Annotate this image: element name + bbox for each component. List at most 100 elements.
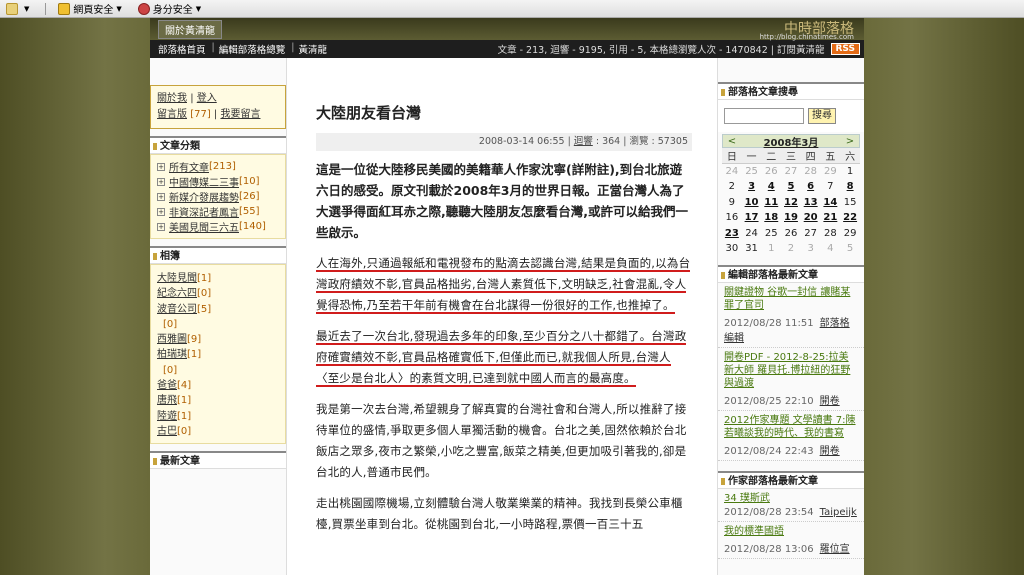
next-month-icon[interactable]: > [841, 136, 859, 147]
album-count: [0] [177, 425, 192, 437]
album-label[interactable]: 爸爸 [157, 380, 177, 391]
calendar-day-link[interactable]: 6 [801, 179, 821, 195]
categories-list: + 所有文章 [213] + 中國傳媒二三事 [10] + 新媒介發展趨勢 [26] + 非資… [150, 154, 286, 239]
calendar-day-link[interactable]: 22 [840, 210, 860, 226]
editor-latest-link[interactable]: 2012作家專題 文學讀書 7:陳若曦談我的時代、我的書寫 [724, 414, 858, 440]
identity-security-button[interactable]: 身分安全 ▼ [137, 1, 201, 16]
calendar-day-link[interactable]: 12 [781, 195, 801, 211]
album-item[interactable]: [0] [157, 317, 279, 332]
album-item[interactable]: 大陸見聞[1] [157, 271, 279, 286]
calendar-month[interactable]: 2008年3月 [764, 134, 819, 149]
writer-latest-link[interactable]: 34 璞斯武 [724, 492, 858, 505]
category-count: [10] [239, 176, 260, 187]
category-label[interactable]: 中國傳媒二三事 [169, 174, 239, 189]
web-security-button[interactable]: 網頁安全 ▼ [58, 1, 122, 16]
recent-posts-title: 最新文章 [150, 451, 286, 470]
albums-list: 大陸見聞[1] 紀念六四[0] 波音公司[5] [0] 西雅圖[9] 柏瑞琪[1… [150, 264, 286, 445]
album-item[interactable]: 古巴[0] [157, 424, 279, 439]
calendar-day-link[interactable]: 10 [742, 195, 762, 211]
calendar-day-link[interactable]: 21 [821, 210, 841, 226]
category-item[interactable]: + 中國傳媒二三事 [10] [157, 174, 279, 189]
calendar-day-link[interactable]: 18 [761, 210, 781, 226]
writer-latest-link[interactable]: 我的標準國語 [724, 525, 858, 538]
calendar-day: 27 [804, 227, 818, 239]
weekday: 六 [840, 148, 860, 164]
crumb-blog-home[interactable]: 部落格首頁 [158, 42, 206, 56]
author-link[interactable]: 開卷 [820, 396, 840, 407]
expand-icon[interactable]: + [157, 177, 165, 186]
category-item[interactable]: + 美國見聞三六五 [140] [157, 219, 279, 234]
calendar-day-link[interactable]: 17 [742, 210, 762, 226]
crumb-author[interactable]: 黃清龍 [298, 42, 327, 56]
category-item[interactable]: + 非資深記者鳳言 [55] [157, 204, 279, 219]
calendar-day: 25 [764, 227, 778, 239]
weekday: 四 [800, 148, 821, 164]
post-meta: 2008-03-14 06:55 | 迴響 : 364 | 瀏覽 : 57305 [316, 133, 692, 151]
calendar-day-link[interactable]: 4 [761, 179, 781, 195]
login-link[interactable]: 登入 [197, 93, 217, 104]
calendar-day-link[interactable]: 20 [801, 210, 821, 226]
album-label[interactable]: 柏瑞琪 [157, 349, 187, 360]
guestbook-link[interactable]: 留言版 [157, 109, 187, 120]
about-box-body: 關於我 | 登入 留言版 [77] | 我要留言 [150, 85, 286, 129]
album-item[interactable]: 唐飛[1] [157, 393, 279, 408]
search-input[interactable] [724, 108, 804, 124]
calendar-day: 25 [745, 166, 758, 177]
album-label[interactable]: 古巴 [157, 426, 177, 437]
calendar-day-link[interactable]: 11 [761, 195, 781, 211]
chevron-down-icon: ▼ [116, 4, 122, 13]
post-date: 2012/08/28 11:51 [724, 317, 814, 329]
album-item[interactable]: 陸遊[1] [157, 409, 279, 424]
album-label[interactable]: 唐飛 [157, 395, 177, 406]
album-label[interactable]: 紀念六四 [157, 288, 197, 299]
category-count: [213] [209, 161, 236, 172]
guestbook-count: [77] [190, 109, 211, 120]
expand-icon[interactable]: + [157, 222, 165, 231]
prev-month-icon[interactable]: < [723, 136, 741, 147]
editor-latest-link[interactable]: 開卷PDF - 2012-8-25:拉美新大師 羅貝托.博拉紐的狂野與過渡 [724, 351, 858, 390]
categories-box: 文章分類 + 所有文章 [213] + 中國傳媒二三事 [10] + 新媒介發展趨勢 [26… [150, 136, 286, 239]
album-item[interactable]: 紀念六四[0] [157, 286, 279, 301]
album-item[interactable]: [0] [157, 363, 279, 378]
leave-message-link[interactable]: 我要留言 [220, 109, 260, 120]
expand-icon[interactable]: + [157, 192, 165, 201]
calendar-day-link[interactable]: 23 [722, 226, 742, 242]
calendar-day: 5 [846, 243, 854, 255]
album-item[interactable]: 柏瑞琪[1] [157, 347, 279, 362]
calendar-day: 3 [807, 243, 814, 255]
author-link[interactable]: Taipeijk [820, 507, 857, 518]
category-label[interactable]: 非資深記者鳳言 [169, 204, 239, 219]
category-label[interactable]: 美國見聞三六五 [169, 219, 239, 234]
editor-latest-link[interactable]: 關鍵證物 谷歌一封信 讓賭某罪了官司 [724, 286, 858, 312]
calendar-day-link[interactable]: 14 [821, 195, 841, 211]
toolbar-check-button[interactable]: ▼ [6, 2, 29, 15]
calendar-day-link[interactable]: 5 [781, 179, 801, 195]
author-link[interactable]: 羅位宣 [820, 544, 850, 555]
album-item[interactable]: 西雅圖[9] [157, 332, 279, 347]
post-body: 這是一位從大陸移民美國的美籍華人作家沈寧(詳附註),到台北旅遊六日的感受。原文刊… [316, 159, 692, 535]
expand-icon[interactable]: + [157, 207, 165, 216]
expand-icon[interactable]: + [157, 162, 165, 171]
album-label[interactable]: 大陸見聞 [157, 273, 197, 284]
crumb-editor-blogs[interactable]: 編輯部落格總覽 [219, 42, 286, 56]
calendar-day-link[interactable]: 8 [840, 179, 860, 195]
album-item[interactable]: 波音公司[5] [157, 302, 279, 317]
about-me-link[interactable]: 關於我 [157, 93, 187, 104]
identity-icon [137, 2, 150, 15]
rss-button[interactable]: RSS [830, 43, 860, 55]
author-link[interactable]: 開卷 [820, 446, 840, 457]
category-item[interactable]: + 所有文章 [213] [157, 159, 279, 174]
comments-link[interactable]: 迴響 [574, 136, 593, 147]
calendar-day-link[interactable]: 3 [742, 179, 762, 195]
search-button[interactable]: 搜尋 [808, 108, 836, 124]
album-label[interactable]: 波音公司 [157, 304, 197, 315]
about-author-link[interactable]: 關於黃清龍 [158, 20, 222, 39]
album-item[interactable]: 爸爸[4] [157, 378, 279, 393]
calendar-day-link[interactable]: 13 [801, 195, 821, 211]
album-label[interactable]: 陸遊 [157, 411, 177, 422]
category-item[interactable]: + 新媒介發展趨勢 [26] [157, 189, 279, 204]
album-label[interactable]: 西雅圖 [157, 334, 187, 345]
category-label[interactable]: 新媒介發展趨勢 [169, 189, 239, 204]
category-label[interactable]: 所有文章 [169, 159, 209, 174]
calendar-day-link[interactable]: 19 [781, 210, 801, 226]
